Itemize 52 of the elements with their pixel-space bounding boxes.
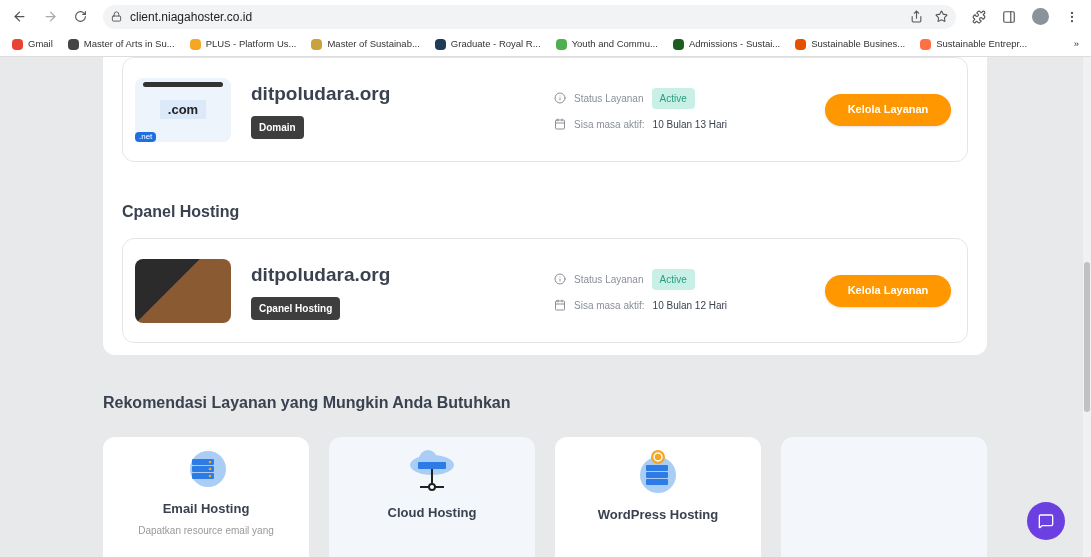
recommendation-title: WordPress Hosting <box>597 506 719 524</box>
status-badge: Active <box>651 87 695 109</box>
extensions-icon[interactable] <box>972 9 986 24</box>
extension-badge: .net <box>135 131 157 142</box>
wordpress-server-icon <box>637 449 679 495</box>
cloud-server-icon <box>408 449 456 493</box>
status-badge: Active <box>651 268 695 290</box>
bookmark-link[interactable]: Sustainable Busines... <box>811 37 906 52</box>
scrollbar-thumb[interactable] <box>1084 262 1090 412</box>
recommendation-card[interactable]: WordPress Hosting <box>555 437 761 557</box>
bookmark-link[interactable]: Graduate - Royal R... <box>450 37 541 52</box>
bookmark-link[interactable]: Gmail <box>28 37 53 52</box>
avatar-icon[interactable] <box>1032 8 1049 25</box>
calendar-icon <box>554 299 566 311</box>
service-type-tag: Domain <box>251 116 304 140</box>
share-icon[interactable] <box>910 10 923 23</box>
reload-icon[interactable] <box>74 10 87 23</box>
domain-extension-text: .com <box>159 99 207 120</box>
address-bar[interactable]: client.niagahoster.co.id <box>103 4 956 29</box>
more-bookmarks-text[interactable]: » <box>1073 37 1079 52</box>
recommendation-card[interactable]: Email Hosting Dapatkan resource email yang <box>103 437 309 557</box>
lock-icon <box>111 11 122 22</box>
bookmark-link[interactable]: PLUS - Platform Us... <box>205 37 297 52</box>
side-panel-icon[interactable] <box>1002 9 1016 24</box>
chat-button[interactable] <box>1027 502 1065 540</box>
period-label: Sisa masa aktif: <box>574 117 645 132</box>
service-name: ditpoludara.org <box>251 262 392 287</box>
bookmark-link[interactable]: Admissions - Sustai... <box>688 37 781 52</box>
back-icon[interactable] <box>12 9 27 24</box>
url-text: client.niagahoster.co.id <box>130 8 253 26</box>
info-icon <box>554 273 566 285</box>
bookmark-link[interactable]: Master of Arts in Su... <box>83 37 175 52</box>
status-label: Status Layanan <box>574 272 644 287</box>
service-type-tag: Cpanel Hosting <box>251 297 341 321</box>
bookmark-link[interactable]: Youth and Commu... <box>571 37 658 52</box>
service-name: ditpoludara.org <box>251 81 392 106</box>
chat-icon <box>1038 513 1054 529</box>
status-label: Status Layanan <box>574 91 644 106</box>
recommendation-title: Cloud Hosting <box>387 504 477 522</box>
recommendation-card[interactable]: Cloud Hosting <box>329 437 535 557</box>
period-label: Sisa masa aktif: <box>574 298 645 313</box>
calendar-icon <box>554 118 566 130</box>
bookmark-star-icon[interactable] <box>935 10 948 23</box>
recommendation-title: Email Hosting <box>162 500 250 518</box>
period-value: 10 Bulan 12 Hari <box>652 298 728 313</box>
recommendations-heading: Rekomendasi Layanan yang Mungkin Anda Butuhkan <box>103 393 512 413</box>
info-icon <box>554 92 566 104</box>
recommendation-description: Dapatkan resource email yang <box>138 524 274 537</box>
bookmark-link[interactable]: Sustainable Entrepr... <box>936 37 1028 52</box>
bookmark-link[interactable]: Master of Sustainab... <box>327 37 420 52</box>
period-value: 10 Bulan 13 Hari <box>652 117 728 132</box>
section-heading: Cpanel Hosting <box>122 202 241 222</box>
